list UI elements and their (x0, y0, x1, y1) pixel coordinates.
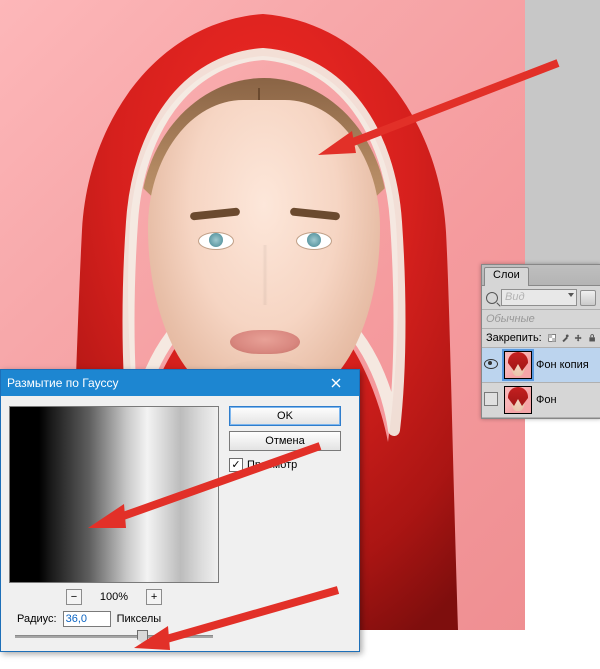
subject-nose (252, 245, 278, 305)
annotation-arrow-1 (300, 55, 570, 165)
annotation-arrow-2 (70, 430, 330, 540)
chevron-down-icon (568, 293, 574, 297)
layer-thumbnail[interactable] (504, 351, 532, 379)
radius-input[interactable] (63, 611, 111, 627)
blend-mode-dropdown[interactable]: Обычные (482, 310, 600, 329)
layer-name-label: Фон (536, 394, 557, 406)
subject-eye-left (198, 232, 234, 250)
layer-thumbnail[interactable] (504, 386, 532, 414)
layer-item-fon-kopiya[interactable]: Фон копия (482, 348, 600, 383)
visibility-empty-icon (484, 392, 498, 406)
close-icon (330, 377, 342, 389)
layer-filter-dropdown[interactable]: Вид (501, 289, 577, 306)
filter-toggle-button[interactable] (580, 290, 596, 306)
layer-filter-dropdown-label: Вид (505, 291, 525, 303)
lock-icon[interactable] (588, 332, 596, 344)
brush-icon[interactable] (561, 332, 569, 344)
radius-label: Радиус: (17, 613, 57, 625)
zoom-out-button[interactable]: − (66, 589, 82, 605)
layer-visibility-toggle[interactable] (482, 359, 500, 372)
layer-item-fon[interactable]: Фон (482, 383, 600, 418)
annotation-arrow-3 (120, 580, 350, 660)
ok-button[interactable]: OK (229, 406, 341, 426)
tab-layers[interactable]: Слои (484, 267, 529, 286)
layer-filter-row: Вид (482, 286, 600, 310)
lock-row: Закрепить: (482, 329, 600, 348)
dialog-titlebar[interactable]: Размытие по Гауссу (1, 370, 359, 396)
eye-icon (484, 359, 498, 369)
subject-lips (230, 330, 300, 354)
dialog-title: Размытие по Гауссу (7, 376, 319, 390)
layers-panel: Слои Вид Обычные Закрепить: Фон копия (481, 264, 600, 419)
layer-name-label: Фон копия (536, 359, 589, 371)
close-button[interactable] (319, 373, 353, 393)
layer-visibility-toggle[interactable] (482, 392, 500, 409)
lock-transparent-icon[interactable] (548, 332, 556, 344)
search-icon (486, 292, 498, 304)
move-lock-icon[interactable] (574, 332, 582, 344)
panel-tabbar: Слои (482, 265, 600, 286)
lock-label: Закрепить: (486, 332, 542, 344)
subject-eye-right (296, 232, 332, 250)
